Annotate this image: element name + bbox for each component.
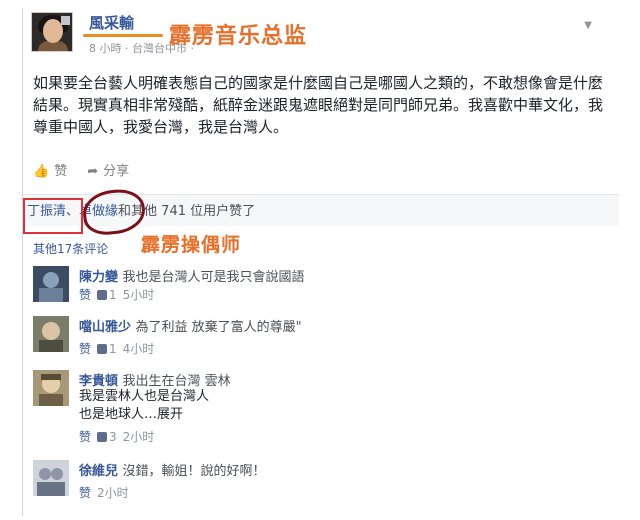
comment-text: 我也是台灣人可是我只會說國語	[122, 270, 305, 285]
chevron-down-icon[interactable]: ▼	[584, 20, 592, 31]
share-arrow-icon: ➦	[87, 164, 99, 179]
like-label: 赞	[54, 164, 68, 179]
comment-text-line1: 我出生在台灣 雲林	[122, 374, 231, 389]
comment-item: 李貴頓 我出生在台灣 雲林 我是雲林人也是台灣人 也是地球人…展开 赞 3 2小…	[33, 370, 593, 456]
comment-time: 4小时	[122, 342, 155, 356]
comment-text: 為了利益 放棄了富人的尊嚴"	[135, 320, 302, 335]
comment-time: 2小时	[97, 486, 129, 500]
avatar-face-shape	[43, 19, 63, 43]
comment-like-count: 1	[97, 342, 117, 356]
annotation-puppeteer: 霹雳操偶师	[141, 234, 242, 256]
comment-like-button[interactable]: 赞	[79, 428, 91, 445]
annotation-red-box	[23, 198, 83, 234]
annotation-underline	[83, 34, 163, 37]
annotation-title: 霹雳音乐总监	[169, 24, 308, 49]
poster-avatar[interactable]	[31, 12, 73, 52]
comment-like-button[interactable]: 赞	[79, 286, 91, 303]
comment-text-line3[interactable]: 也是地球人…展开	[79, 406, 183, 423]
commenter-avatar[interactable]	[33, 316, 69, 352]
comment-meta: 赞 2小时	[79, 484, 129, 501]
thumbs-up-icon	[97, 290, 108, 300]
comment-meta: 赞 3 2小时	[79, 428, 154, 445]
commenter-avatar[interactable]	[33, 370, 69, 406]
comment-text: 沒錯，輸姐！說的好啊！	[122, 464, 266, 479]
commenter-avatar[interactable]	[33, 266, 69, 302]
avatar-figure-icon	[33, 266, 69, 302]
post-card: ▼ 風采輸 8 小時 · 台灣台中市 · 霹雳音乐总监 如果要全台藝人明確表態自…	[22, 8, 619, 516]
comment-time: 5小时	[122, 288, 155, 302]
share-label: 分享	[103, 164, 130, 179]
commenter-name[interactable]: 陳力變 我也是台灣人可是我只會說國語	[79, 266, 305, 285]
commenter-name[interactable]: 李貴頓 我出生在台灣 雲林	[79, 370, 231, 389]
thumbs-up-icon	[97, 432, 108, 442]
thumbs-up-icon	[97, 344, 108, 354]
commenter-name[interactable]: 噹山雅少 為了利益 放棄了富人的尊嚴"	[79, 316, 302, 335]
avatar-logo-mark	[61, 16, 70, 25]
comment-meta: 赞 1 4小时	[79, 340, 154, 357]
other-comments-link[interactable]: 其他17条评论	[33, 240, 108, 257]
comment-meta: 赞 1 5小时	[79, 286, 154, 303]
comment-item: 陳力變 我也是台灣人可是我只會說國語 赞 1 5小时	[33, 266, 593, 314]
avatar-figure-icon	[33, 370, 69, 406]
avatar-figure-icon	[33, 316, 69, 352]
comment-item: 噹山雅少 為了利益 放棄了富人的尊嚴" 赞 1 4小时	[33, 316, 593, 364]
like-button[interactable]: 👍 赞	[33, 160, 67, 179]
post-text: 如果要全台藝人明確表態自己的國家是什麼國自己是哪國人之類的，不敢想像會是什麼結果…	[33, 74, 604, 136]
post-actions: 👍 赞 ➦ 分享	[33, 160, 129, 179]
comment-like-count: 3	[97, 430, 117, 444]
poster-name[interactable]: 風采輸	[89, 12, 134, 33]
comment-like-button[interactable]: 赞	[79, 340, 91, 357]
commenter-avatar[interactable]	[33, 460, 69, 496]
comment-text-line2: 我是雲林人也是台灣人	[79, 389, 210, 404]
comment-like-button[interactable]: 赞	[79, 484, 91, 501]
comment-item: 徐維兒 沒錯，輸姐！說的好啊！ 赞 2小时	[33, 460, 593, 510]
comment-time: 2小时	[122, 430, 155, 444]
share-button[interactable]: ➦ 分享	[87, 160, 129, 179]
thumbs-up-icon: 👍	[33, 164, 50, 179]
avatar-figure-icon	[33, 460, 69, 496]
commenter-name[interactable]: 徐維兒 沒錯，輸姐！說的好啊！	[79, 460, 266, 479]
comment-like-count: 1	[97, 288, 117, 302]
